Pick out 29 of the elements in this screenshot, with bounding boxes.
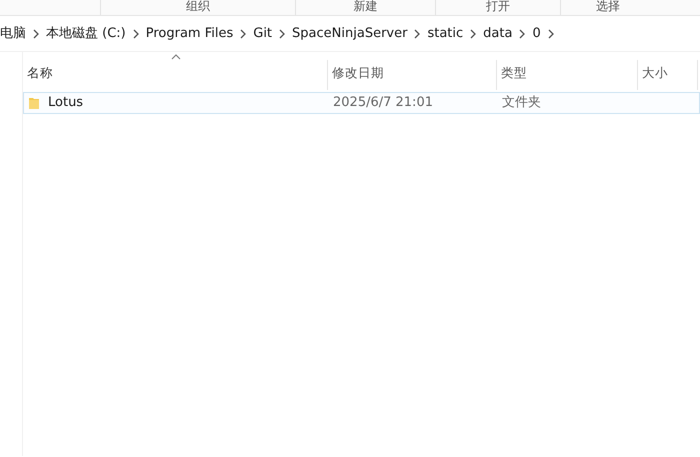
chevron-icon[interactable] (239, 28, 248, 38)
breadcrumb-item[interactable]: data (483, 24, 512, 44)
breadcrumb-item[interactable]: Git (253, 24, 272, 44)
column-header[interactable]: 名称 (23, 60, 328, 90)
column-header[interactable]: 类型 (497, 60, 638, 90)
file-name: Lotus (48, 94, 84, 112)
chevron-icon[interactable] (413, 28, 422, 38)
chevron-icon[interactable] (469, 28, 478, 38)
column-header[interactable]: 大小 (638, 60, 698, 90)
file-type: 文件夹 (501, 94, 542, 112)
breadcrumb-item[interactable]: Program Files (146, 24, 234, 44)
ribbon-group-label: 新建 (295, 0, 435, 15)
ribbon-group-label: 选择 (560, 0, 655, 15)
breadcrumb-item[interactable]: static (427, 24, 464, 44)
file-row[interactable]: Lotus 2025/6/7 21:01 文件夹 (23, 92, 700, 114)
chevron-icon[interactable] (546, 28, 555, 38)
file-date: 2025/6/7 21:01 (332, 94, 434, 112)
chevron-icon[interactable] (278, 28, 286, 38)
breadcrumb-item[interactable]: 0 (532, 24, 541, 44)
chevron-icon[interactable] (32, 28, 40, 38)
breadcrumb-item[interactable]: 电脑 (0, 24, 26, 44)
folder-icon (28, 96, 40, 110)
ribbon-group-label: 组织 (100, 0, 295, 15)
breadcrumb-item[interactable]: 本地磁盘 (C:) (46, 24, 126, 44)
column-header[interactable]: 修改日期 (328, 60, 497, 90)
chevron-icon[interactable] (132, 28, 140, 38)
chevron-icon[interactable] (518, 28, 526, 38)
ribbon-group-label: 打开 (435, 0, 560, 15)
breadcrumb-item[interactable]: SpaceNinjaServer (292, 24, 408, 44)
